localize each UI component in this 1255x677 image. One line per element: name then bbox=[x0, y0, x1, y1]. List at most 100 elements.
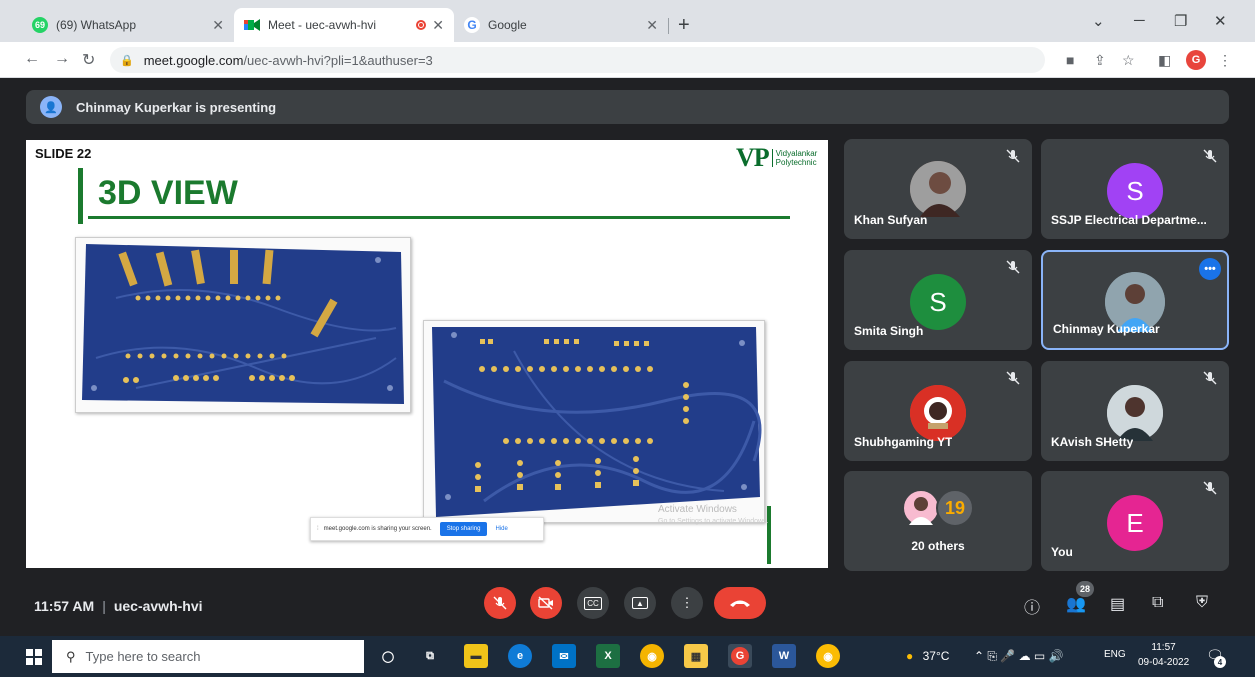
mic-off-icon bbox=[1203, 149, 1217, 163]
search-icon: ⚲ bbox=[66, 648, 76, 664]
close-window-button[interactable]: ✕ bbox=[1214, 12, 1227, 30]
chrome-icon-2[interactable]: ◉ bbox=[816, 644, 840, 668]
forward-button[interactable]: → bbox=[54, 50, 70, 68]
minimize-button[interactable]: ─ bbox=[1134, 12, 1145, 29]
weather-temp: 37°C bbox=[922, 649, 950, 663]
present-button[interactable]: ▲ bbox=[624, 587, 656, 619]
windows-start-icon[interactable] bbox=[26, 649, 42, 665]
participant-photo bbox=[910, 161, 966, 217]
bookmark-star-icon[interactable]: ☆ bbox=[1122, 52, 1135, 69]
meeting-info: 11:57 AM | uec-avwh-hvi bbox=[34, 598, 203, 614]
slide-accent-bar bbox=[767, 506, 771, 564]
captions-icon: CC bbox=[584, 596, 602, 610]
drag-handle-icon[interactable]: ⁞ bbox=[317, 526, 319, 532]
others-count-badge: 19 bbox=[936, 489, 974, 527]
mic-off-icon bbox=[1006, 260, 1020, 274]
participant-tile[interactable]: S SSJP Electrical Departme... bbox=[1041, 139, 1229, 239]
mic-off-icon bbox=[1006, 149, 1020, 163]
excel-icon[interactable]: X bbox=[596, 644, 620, 668]
restore-button[interactable]: ❐ bbox=[1174, 12, 1187, 30]
close-tab-icon[interactable]: ✕ bbox=[212, 17, 224, 34]
stop-sharing-button[interactable]: Stop sharing bbox=[439, 522, 488, 536]
people-icon[interactable]: 👥 bbox=[1066, 594, 1086, 614]
windows-taskbar: ⚲ Type here to search ◯ ⧉ ▬ e ✉ X ◉ ▦ G … bbox=[0, 636, 1255, 677]
menu-icon[interactable]: ⋮ bbox=[1218, 52, 1232, 69]
close-tab-icon[interactable]: ✕ bbox=[432, 17, 444, 34]
tab-search-icon[interactable]: ⌄ bbox=[1092, 12, 1105, 30]
store-icon[interactable]: ▦ bbox=[684, 644, 708, 668]
captions-button[interactable]: CC bbox=[577, 587, 609, 619]
hang-up-icon bbox=[730, 600, 750, 607]
google-icon: G bbox=[464, 17, 480, 33]
share-message: meet.google.com is sharing your screen. bbox=[323, 526, 432, 532]
activate-windows-subtitle: Go to Settings to activate Windows. bbox=[658, 518, 769, 525]
new-tab-button[interactable]: + bbox=[678, 14, 690, 37]
tab-google[interactable]: G Google ✕ bbox=[454, 8, 668, 42]
leave-call-button[interactable] bbox=[714, 587, 766, 619]
recording-icon bbox=[416, 20, 427, 30]
participant-tile[interactable]: Shubhgaming YT bbox=[844, 361, 1032, 461]
pcb-image-top bbox=[75, 237, 411, 413]
weather-sun-icon: ● bbox=[906, 649, 914, 663]
more-options-icon[interactable]: ••• bbox=[1199, 258, 1221, 280]
taskbar-search[interactable]: ⚲ Type here to search bbox=[52, 640, 364, 673]
reload-button[interactable]: ↻ bbox=[82, 50, 95, 70]
search-placeholder: Type here to search bbox=[85, 649, 201, 664]
participant-name: You bbox=[1051, 545, 1073, 559]
presenting-banner: 👤 Chinmay Kuperkar is presenting bbox=[26, 90, 1229, 124]
share-icon[interactable]: ⇪ bbox=[1094, 52, 1106, 69]
participant-tile[interactable]: S Smita Singh bbox=[844, 250, 1032, 350]
host-controls-icon[interactable]: ⛨ bbox=[1196, 594, 1208, 612]
participant-name: Khan Sufyan bbox=[854, 213, 928, 227]
close-tab-icon[interactable]: ✕ bbox=[646, 17, 658, 34]
weather-widget[interactable]: ● 37°C bbox=[906, 649, 949, 663]
more-vert-icon: ⋮ bbox=[680, 595, 694, 610]
self-tile[interactable]: E You bbox=[1041, 471, 1229, 571]
participant-tile[interactable]: KAvish SHetty bbox=[1041, 361, 1229, 461]
mic-off-icon bbox=[1203, 481, 1217, 495]
address-bar[interactable]: 🔒 meet.google.com/uec-avwh-hvi?pli=1&aut… bbox=[110, 47, 1045, 73]
tab-whatsapp[interactable]: 69 (69) WhatsApp ✕ bbox=[22, 8, 234, 42]
language-indicator[interactable]: ENG bbox=[1104, 649, 1126, 660]
notification-count-badge: 4 bbox=[1214, 656, 1226, 668]
back-button[interactable]: ← bbox=[24, 50, 40, 68]
participant-name: Chinmay Kuperkar bbox=[1053, 322, 1160, 336]
system-tray-icons[interactable]: ⌃ ⎘ 🎤 ☁ ▭ 🔊 bbox=[974, 649, 1064, 664]
tab-meet[interactable]: Meet - uec-avwh-hvi ✕ bbox=[234, 8, 454, 42]
participant-count-badge: 28 bbox=[1076, 581, 1094, 597]
lock-icon: 🔒 bbox=[120, 54, 134, 67]
meet-control-bar: 11:57 AM | uec-avwh-hvi CC ▲ ⋮ ⓘ 👥 28 ▤ ⧉ … bbox=[0, 578, 1255, 636]
participant-tile-active[interactable]: ••• Chinmay Kuperkar bbox=[1041, 250, 1229, 350]
participant-name: SSJP Electrical Departme... bbox=[1051, 213, 1207, 227]
present-screen-icon: ▲ bbox=[632, 597, 648, 609]
chrome-profile-icon[interactable]: G bbox=[728, 644, 752, 668]
file-explorer-icon[interactable]: ▬ bbox=[464, 644, 488, 668]
mail-icon[interactable]: ✉ bbox=[552, 644, 576, 668]
word-icon[interactable]: W bbox=[772, 644, 796, 668]
edge-icon[interactable]: e bbox=[508, 644, 532, 668]
others-photo bbox=[902, 489, 940, 527]
participant-tile[interactable]: Khan Sufyan bbox=[844, 139, 1032, 239]
mic-off-icon bbox=[1203, 371, 1217, 385]
hide-button[interactable]: Hide bbox=[495, 526, 507, 532]
activities-icon[interactable]: ⧉ bbox=[1152, 594, 1163, 612]
meeting-time: 11:57 AM bbox=[34, 598, 95, 614]
camera-in-use-icon[interactable]: ■ bbox=[1066, 52, 1074, 68]
cortana-icon[interactable]: ◯ bbox=[376, 644, 400, 668]
logo-text: VP bbox=[736, 143, 770, 172]
camera-toggle-button[interactable] bbox=[530, 587, 562, 619]
side-panel-icon[interactable]: ◧ bbox=[1158, 52, 1171, 69]
chrome-icon[interactable]: ◉ bbox=[640, 644, 664, 668]
whatsapp-icon: 69 bbox=[32, 17, 48, 33]
chat-icon[interactable]: ▤ bbox=[1110, 594, 1125, 614]
others-tile[interactable]: 19 20 others bbox=[844, 471, 1032, 571]
profile-avatar[interactable]: G bbox=[1186, 50, 1206, 70]
screen-share-popup: ⁞ meet.google.com is sharing your screen… bbox=[310, 517, 544, 541]
more-options-button[interactable]: ⋮ bbox=[671, 587, 703, 619]
mic-toggle-button[interactable] bbox=[484, 587, 516, 619]
taskbar-clock[interactable]: 11:57 09-04-2022 bbox=[1138, 640, 1189, 670]
task-view-icon[interactable]: ⧉ bbox=[418, 644, 442, 668]
meeting-details-icon[interactable]: ⓘ bbox=[1024, 594, 1040, 618]
logo-name: Vidyalankar Polytechnic bbox=[771, 149, 828, 167]
camera-off-icon bbox=[538, 596, 553, 610]
